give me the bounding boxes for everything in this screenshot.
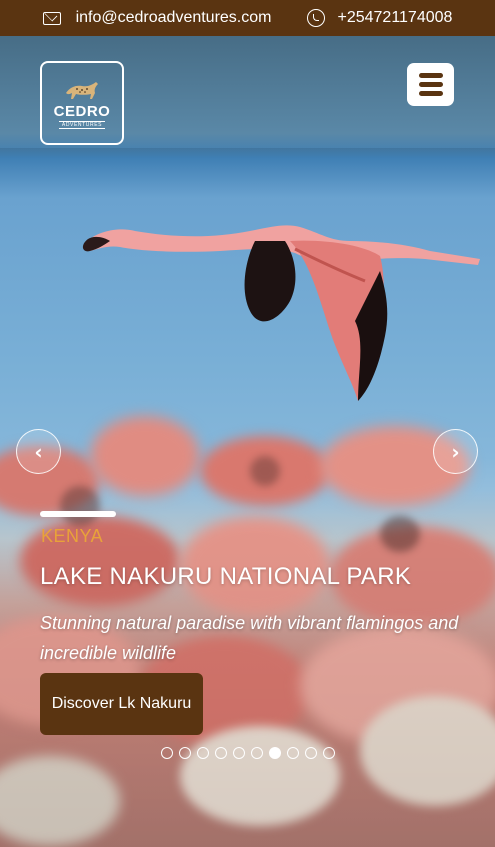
slider-pagination [161, 747, 335, 759]
slider-dot[interactable] [197, 747, 209, 759]
slider-dot[interactable] [233, 747, 245, 759]
chevron-right-icon: › [451, 439, 460, 464]
slider-dot[interactable] [215, 747, 227, 759]
caption-accent-bar [40, 511, 116, 517]
slider-dot[interactable] [287, 747, 299, 759]
slide-country: KENYA [41, 526, 104, 546]
slider-dot[interactable] [323, 747, 335, 759]
prev-slide-button[interactable]: ‹ [16, 429, 61, 474]
email-address[interactable]: info@cedroadventures.com [76, 9, 272, 27]
logo-brand: CEDRO [53, 103, 111, 120]
menu-button[interactable] [407, 63, 454, 106]
email-link[interactable]: info@cedroadventures.com [42, 9, 308, 27]
phone-link[interactable]: +254721174008 [307, 9, 452, 27]
discover-button[interactable]: Discover Lk Nakuru [40, 673, 203, 735]
chevron-left-icon: ‹ [34, 439, 43, 464]
envelope-icon [42, 11, 61, 25]
site-logo[interactable]: CEDRO ADVENTURES [40, 61, 124, 145]
slide-title: LAKE NAKURU NATIONAL PARK [40, 563, 412, 590]
phone-number[interactable]: +254721174008 [337, 9, 452, 27]
hamburger-menu-icon-bar [418, 91, 443, 96]
whatsapp-icon [307, 9, 326, 27]
hamburger-menu-icon-bar [418, 82, 443, 87]
contact-bar: info@cedroadventures.com +254721174008 [0, 0, 495, 36]
slide-description: Stunning natural paradise with vibrant f… [40, 613, 459, 663]
cheetah-icon [66, 82, 98, 99]
slider-dot[interactable] [305, 747, 317, 759]
hamburger-menu-icon [418, 73, 443, 78]
next-slide-button[interactable]: › [433, 429, 478, 474]
slider-dot[interactable] [269, 747, 281, 759]
slider-dot[interactable] [179, 747, 191, 759]
slider-dot[interactable] [161, 747, 173, 759]
logo-tagline: ADVENTURES [58, 121, 106, 129]
slider-dot[interactable] [251, 747, 263, 759]
